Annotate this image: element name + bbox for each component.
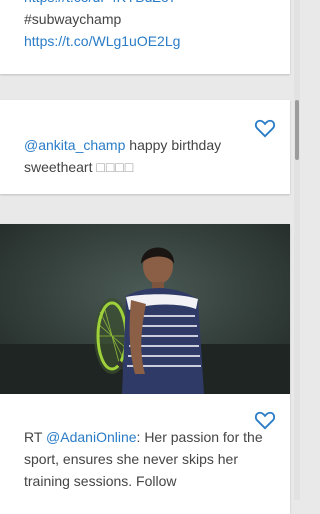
- tweet-hashtag[interactable]: #subwaychamp: [24, 8, 180, 30]
- heart-icon[interactable]: [254, 118, 276, 138]
- retweet-prefix: RT: [24, 429, 47, 445]
- tweet-body: happy birthday: [125, 137, 222, 153]
- tweet-mention[interactable]: @AdaniOnline: [46, 429, 137, 445]
- tweet-link-2[interactable]: https://t.co/WLg1uOE2Lg: [24, 30, 180, 52]
- tweet-text-3: RT @AdaniOnline: Her passion for the spo…: [24, 426, 264, 492]
- tweet-photo[interactable]: [0, 224, 290, 394]
- tweet-mention[interactable]: @ankita_champ: [24, 137, 125, 153]
- tweet-body-2: sweetheart: [24, 159, 97, 175]
- emoji-placeholder: □□□□: [96, 159, 135, 175]
- tweet-text-1: https://t.co/dF4KYBdZo7 #subwaychamp htt…: [24, 0, 180, 52]
- tweet-card-2: @ankita_champ happy birthday sweetheart …: [0, 100, 290, 194]
- tweet-card-1: https://t.co/dF4KYBdZo7 #subwaychamp htt…: [0, 0, 290, 74]
- tweet-text-2: @ankita_champ happy birthday sweetheart …: [24, 134, 234, 178]
- scrollbar-thumb[interactable]: [295, 100, 299, 160]
- tweet-link-1[interactable]: https://t.co/dF4KYBdZo7: [24, 0, 180, 8]
- scrollbar[interactable]: [294, 0, 300, 500]
- tennis-player-photo: [0, 224, 290, 394]
- tweet-card-3: RT @AdaniOnline: Her passion for the spo…: [0, 224, 290, 514]
